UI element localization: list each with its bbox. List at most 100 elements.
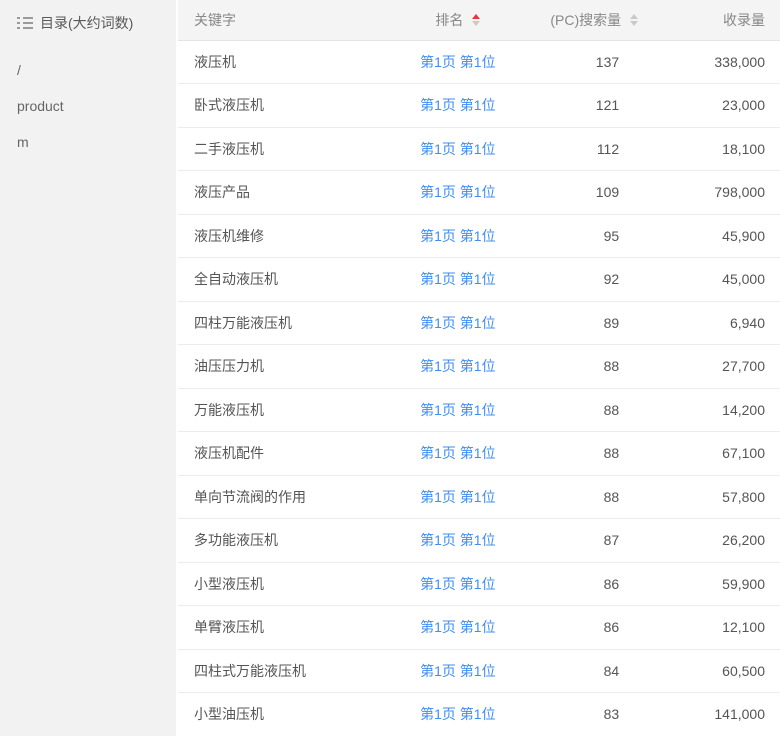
table-row: 液压机配件 第1页 第1位 88 67,100 bbox=[178, 432, 780, 476]
indexed-cell: 18,100 bbox=[654, 127, 780, 171]
indexed-cell: 45,000 bbox=[654, 258, 780, 302]
keyword-cell: 液压产品 bbox=[178, 171, 397, 215]
rank-link[interactable]: 第1页 第1位 bbox=[420, 402, 495, 418]
indexed-cell: 6,940 bbox=[654, 301, 780, 345]
sort-asc-icon[interactable] bbox=[630, 14, 638, 19]
search-volume-cell: 137 bbox=[518, 40, 654, 84]
rank-cell: 第1页 第1位 bbox=[397, 606, 518, 650]
rank-link[interactable]: 第1页 第1位 bbox=[420, 532, 495, 548]
rank-cell: 第1页 第1位 bbox=[397, 258, 518, 302]
search-volume-cell: 83 bbox=[518, 693, 654, 736]
keyword-cell: 二手液压机 bbox=[178, 127, 397, 171]
column-header-keyword-label: 关键字 bbox=[194, 12, 236, 28]
indexed-cell: 26,200 bbox=[654, 519, 780, 563]
sidebar-item[interactable]: product bbox=[0, 88, 176, 124]
rank-link[interactable]: 第1页 第1位 bbox=[420, 184, 495, 200]
search-volume-cell: 95 bbox=[518, 214, 654, 258]
keyword-cell: 万能液压机 bbox=[178, 388, 397, 432]
search-volume-cell: 88 bbox=[518, 432, 654, 476]
keyword-cell: 四柱万能液压机 bbox=[178, 301, 397, 345]
table-body: 液压机 第1页 第1位 137 338,000 卧式液压机 第1页 第1位 12… bbox=[178, 40, 780, 736]
search-volume-cell: 87 bbox=[518, 519, 654, 563]
indexed-cell: 12,100 bbox=[654, 606, 780, 650]
table-row: 卧式液压机 第1页 第1位 121 23,000 bbox=[178, 84, 780, 128]
search-volume-cell: 86 bbox=[518, 606, 654, 650]
directory-list: /productm bbox=[0, 52, 176, 160]
search-volume-cell: 109 bbox=[518, 171, 654, 215]
table-row: 小型油压机 第1页 第1位 83 141,000 bbox=[178, 693, 780, 736]
keyword-cell: 多功能液压机 bbox=[178, 519, 397, 563]
table-row: 单向节流阀的作用 第1页 第1位 88 57,800 bbox=[178, 475, 780, 519]
table-row: 万能液压机 第1页 第1位 88 14,200 bbox=[178, 388, 780, 432]
sidebar-title: 目录(大约词数) bbox=[0, 0, 176, 33]
table-row: 四柱式万能液压机 第1页 第1位 84 60,500 bbox=[178, 649, 780, 693]
search-volume-sort-control[interactable] bbox=[630, 14, 638, 26]
table-row: 液压产品 第1页 第1位 109 798,000 bbox=[178, 171, 780, 215]
directory-sidebar: 目录(大约词数) /productm bbox=[0, 0, 178, 736]
rank-cell: 第1页 第1位 bbox=[397, 127, 518, 171]
column-header-search-volume[interactable]: (PC)搜索量 bbox=[518, 0, 654, 40]
sidebar-item[interactable]: m bbox=[0, 124, 176, 160]
sidebar-item[interactable]: / bbox=[0, 52, 176, 88]
sort-asc-icon[interactable] bbox=[472, 14, 480, 19]
rank-link[interactable]: 第1页 第1位 bbox=[420, 358, 495, 374]
table-row: 单臂液压机 第1页 第1位 86 12,100 bbox=[178, 606, 780, 650]
rank-link[interactable]: 第1页 第1位 bbox=[420, 97, 495, 113]
search-volume-cell: 88 bbox=[518, 345, 654, 389]
indexed-cell: 798,000 bbox=[654, 171, 780, 215]
table-row: 液压机维修 第1页 第1位 95 45,900 bbox=[178, 214, 780, 258]
indexed-cell: 59,900 bbox=[654, 562, 780, 606]
rank-link[interactable]: 第1页 第1位 bbox=[420, 663, 495, 679]
rank-link[interactable]: 第1页 第1位 bbox=[420, 445, 495, 461]
table-row: 二手液压机 第1页 第1位 112 18,100 bbox=[178, 127, 780, 171]
column-header-rank-label: 排名 bbox=[435, 10, 463, 30]
keyword-cell: 小型油压机 bbox=[178, 693, 397, 736]
rank-link[interactable]: 第1页 第1位 bbox=[420, 271, 495, 287]
rank-cell: 第1页 第1位 bbox=[397, 649, 518, 693]
column-header-rank[interactable]: 排名 bbox=[397, 0, 518, 40]
rank-link[interactable]: 第1页 第1位 bbox=[420, 576, 495, 592]
search-volume-cell: 84 bbox=[518, 649, 654, 693]
keyword-cell: 液压机 bbox=[178, 40, 397, 84]
rank-link[interactable]: 第1页 第1位 bbox=[420, 619, 495, 635]
rank-sort-control[interactable] bbox=[472, 14, 480, 26]
rank-cell: 第1页 第1位 bbox=[397, 40, 518, 84]
rank-cell: 第1页 第1位 bbox=[397, 301, 518, 345]
rank-link[interactable]: 第1页 第1位 bbox=[420, 315, 495, 331]
table-header-row: 关键字 排名 (PC)搜索量 bbox=[178, 0, 780, 40]
search-volume-cell: 88 bbox=[518, 475, 654, 519]
search-volume-cell: 88 bbox=[518, 388, 654, 432]
sort-desc-icon[interactable] bbox=[630, 21, 638, 26]
column-header-indexed-label: 收录量 bbox=[723, 12, 765, 28]
search-volume-cell: 86 bbox=[518, 562, 654, 606]
indexed-cell: 23,000 bbox=[654, 84, 780, 128]
table-row: 四柱万能液压机 第1页 第1位 89 6,940 bbox=[178, 301, 780, 345]
sort-desc-icon[interactable] bbox=[472, 21, 480, 26]
rank-cell: 第1页 第1位 bbox=[397, 432, 518, 476]
indexed-cell: 141,000 bbox=[654, 693, 780, 736]
rank-link[interactable]: 第1页 第1位 bbox=[420, 706, 495, 722]
rank-link[interactable]: 第1页 第1位 bbox=[420, 54, 495, 70]
rank-link[interactable]: 第1页 第1位 bbox=[420, 489, 495, 505]
table-row: 多功能液压机 第1页 第1位 87 26,200 bbox=[178, 519, 780, 563]
indexed-cell: 27,700 bbox=[654, 345, 780, 389]
keyword-cell: 卧式液压机 bbox=[178, 84, 397, 128]
rank-cell: 第1页 第1位 bbox=[397, 562, 518, 606]
table-row: 油压压力机 第1页 第1位 88 27,700 bbox=[178, 345, 780, 389]
rank-link[interactable]: 第1页 第1位 bbox=[420, 228, 495, 244]
table-row: 小型液压机 第1页 第1位 86 59,900 bbox=[178, 562, 780, 606]
search-volume-cell: 112 bbox=[518, 127, 654, 171]
rank-cell: 第1页 第1位 bbox=[397, 388, 518, 432]
rank-cell: 第1页 第1位 bbox=[397, 519, 518, 563]
rank-cell: 第1页 第1位 bbox=[397, 345, 518, 389]
column-header-search-volume-label: (PC)搜索量 bbox=[550, 10, 621, 30]
rank-link[interactable]: 第1页 第1位 bbox=[420, 141, 495, 157]
keyword-cell: 四柱式万能液压机 bbox=[178, 649, 397, 693]
sidebar-title-label: 目录(大约词数) bbox=[40, 13, 133, 33]
keyword-cell: 单臂液压机 bbox=[178, 606, 397, 650]
keywords-table: 关键字 排名 (PC)搜索量 bbox=[178, 0, 780, 736]
rank-cell: 第1页 第1位 bbox=[397, 693, 518, 736]
indexed-cell: 67,100 bbox=[654, 432, 780, 476]
keyword-cell: 全自动液压机 bbox=[178, 258, 397, 302]
keyword-cell: 小型液压机 bbox=[178, 562, 397, 606]
